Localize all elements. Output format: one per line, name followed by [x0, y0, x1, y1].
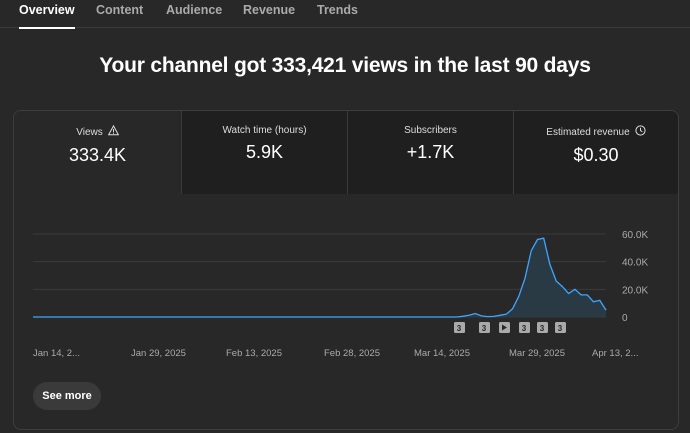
- page-headline: Your channel got 333,421 views in the la…: [99, 54, 591, 77]
- metric-label: Watch time (hours): [222, 125, 307, 136]
- metric-label: Subscribers: [404, 125, 457, 136]
- play-icon: [499, 322, 510, 333]
- metric-tab-subscribers[interactable]: Subscribers +1.7K: [347, 111, 513, 194]
- x-tick-label: Apr 13, 2...: [592, 348, 638, 359]
- svg-text:3: 3: [482, 324, 487, 333]
- y-tick-label: 60.0K: [622, 230, 648, 241]
- metric-tab-views[interactable]: Views 333.4K: [14, 111, 181, 194]
- x-tick-label: Mar 29, 2025: [509, 348, 565, 359]
- tab-overview[interactable]: Overview: [19, 3, 75, 29]
- event-marker: 3: [555, 322, 566, 333]
- tab-audience[interactable]: Audience: [166, 3, 222, 28]
- tab-revenue[interactable]: Revenue: [243, 3, 295, 28]
- x-tick-label: Mar 14, 2025: [414, 348, 470, 359]
- event-marker: 3: [519, 322, 530, 333]
- clock-icon: [635, 125, 646, 139]
- x-tick-label: Feb 28, 2025: [324, 348, 380, 359]
- svg-text:3: 3: [558, 324, 563, 333]
- x-tick-label: Feb 13, 2025: [226, 348, 282, 359]
- svg-text:3: 3: [522, 324, 527, 333]
- chart-svg: 60.0K 40.0K 20.0K 0 3 3 3 3 3 Jan 14, 2... Jan 29,…: [33, 230, 648, 359]
- warning-icon: [107, 124, 119, 139]
- metric-tab-revenue[interactable]: Estimated revenue $0.30: [513, 111, 678, 194]
- event-marker: 3: [537, 322, 548, 333]
- overview-card: Views 333.4K Watch time (hours) 5.9K Sub…: [13, 110, 679, 430]
- metric-label: Views: [76, 126, 103, 138]
- see-more-button[interactable]: See more: [33, 382, 101, 410]
- metric-value: +1.7K: [406, 142, 455, 162]
- y-tick-label: 40.0K: [622, 258, 648, 269]
- metric-value: 333.4K: [68, 145, 127, 165]
- tab-content[interactable]: Content: [96, 3, 143, 28]
- y-tick-label: 20.0K: [622, 285, 648, 296]
- views-chart: 60.0K 40.0K 20.0K 0 3 3 3 3 3 Jan 14, 2... Jan 29,…: [14, 194, 678, 394]
- metric-value: 5.9K: [245, 142, 284, 162]
- event-marker: 3: [454, 322, 465, 333]
- series-area: [33, 238, 606, 317]
- metric-tabs: Views 333.4K Watch time (hours) 5.9K Sub…: [14, 111, 678, 194]
- y-tick-label: 0: [622, 313, 628, 324]
- analytics-tabs: Overview Content Audience Revenue Trends: [0, 0, 690, 29]
- svg-text:3: 3: [540, 324, 545, 333]
- metric-tab-watch-time[interactable]: Watch time (hours) 5.9K: [181, 111, 347, 194]
- svg-text:3: 3: [457, 324, 462, 333]
- metric-value: $0.30: [573, 145, 619, 165]
- x-tick-label: Jan 14, 2...: [33, 348, 80, 359]
- event-marker: 3: [479, 322, 490, 333]
- metric-label: Estimated revenue: [546, 126, 630, 138]
- tab-trends[interactable]: Trends: [317, 3, 358, 28]
- x-tick-label: Jan 29, 2025: [131, 348, 186, 359]
